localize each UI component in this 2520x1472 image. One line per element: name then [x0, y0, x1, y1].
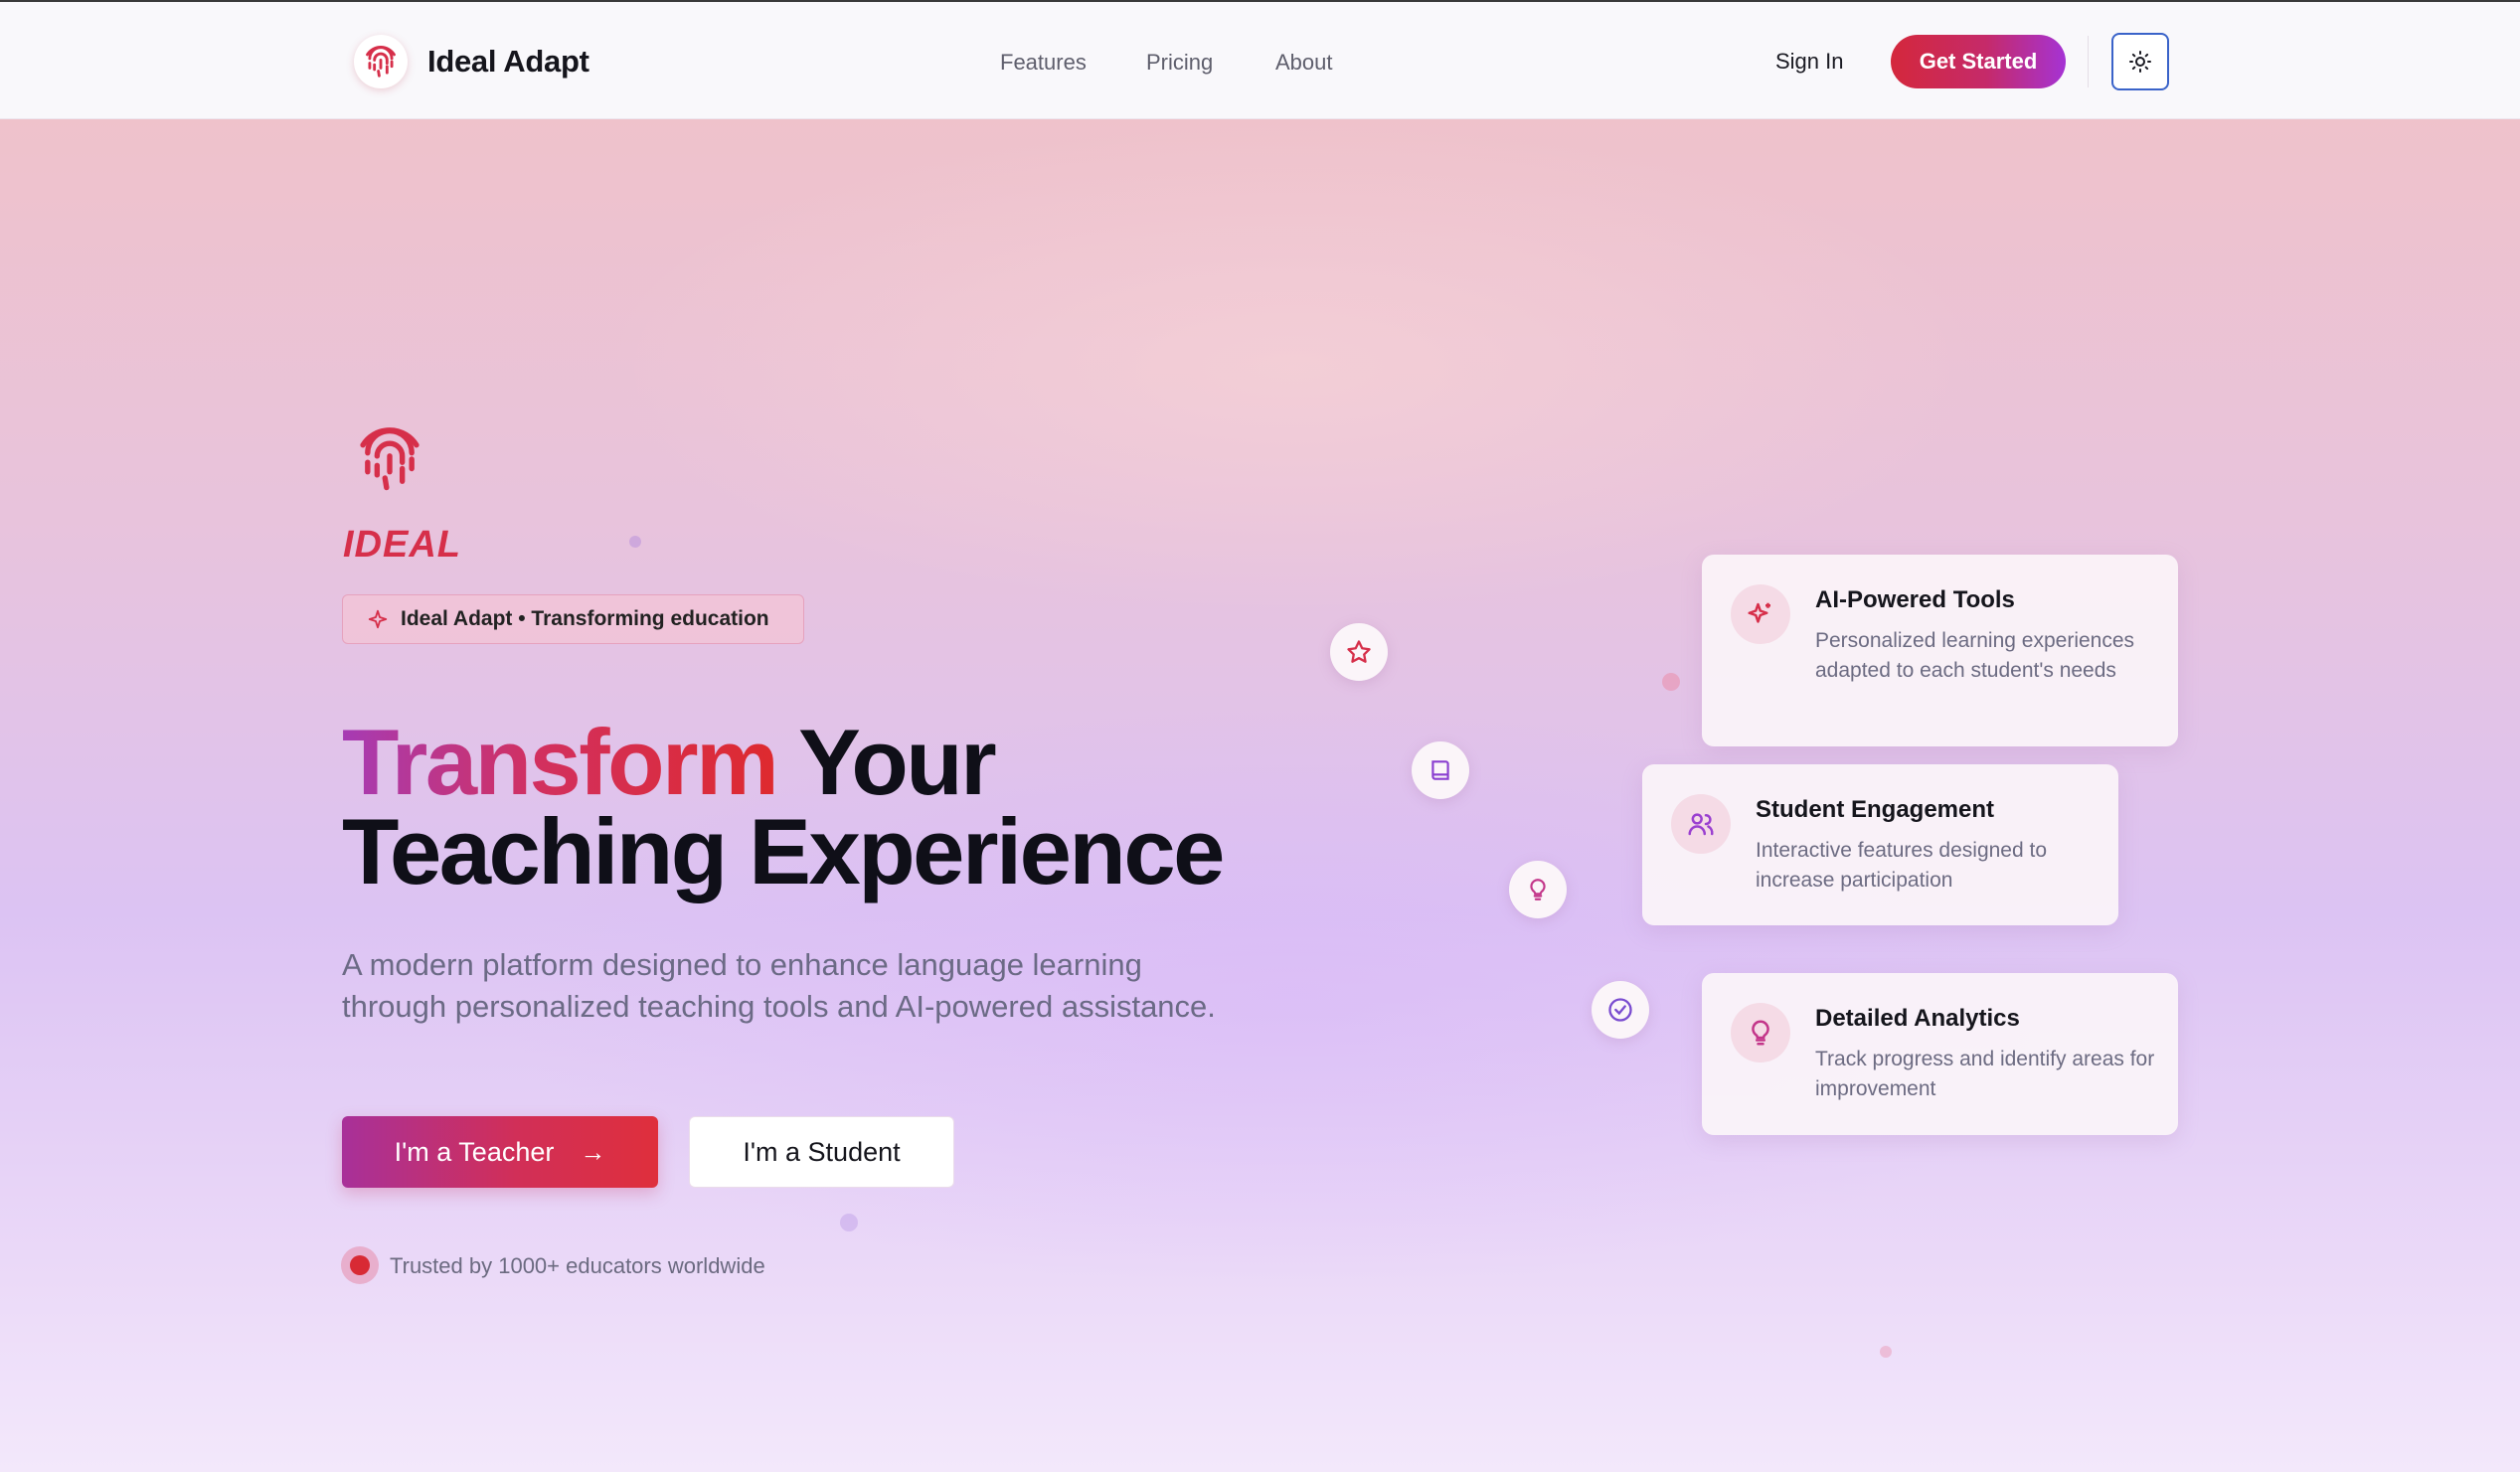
floating-check: [1592, 981, 1649, 1039]
student-button[interactable]: I'm a Student: [689, 1116, 954, 1188]
floating-star: [1330, 623, 1388, 681]
decorative-dot: [1880, 1346, 1892, 1358]
arrow-right-icon: →: [580, 1136, 606, 1167]
card-icon-badge: [1731, 584, 1790, 644]
users-icon: [1688, 813, 1714, 836]
announcement-pill: Ideal Adapt • Transforming education: [342, 594, 804, 644]
sparkle-icon: [1748, 602, 1770, 623]
top-navbar: Ideal Adapt Features Pricing About Sign …: [0, 0, 2520, 119]
floating-lightbulb: [1509, 861, 1567, 918]
sun-icon: [2129, 51, 2151, 73]
header-divider: [2088, 36, 2089, 87]
nav-features[interactable]: Features: [1000, 50, 1087, 76]
book-icon: [1431, 760, 1449, 780]
sign-in-link[interactable]: Sign In: [1775, 49, 1844, 75]
feature-card-ai-tools[interactable]: AI-Powered Tools Personalized learning e…: [1702, 555, 2178, 746]
lightbulb-icon: [1530, 879, 1546, 900]
teacher-button[interactable]: I'm a Teacher →: [342, 1116, 658, 1188]
pill-label: Ideal Adapt • Transforming education: [401, 607, 769, 630]
floating-book: [1412, 741, 1469, 799]
hero-title: Transform Your Teaching Experience: [342, 716, 1225, 899]
card-icon-badge: [1731, 1003, 1790, 1063]
fingerprint-icon: [360, 427, 420, 491]
decorative-dot: [629, 536, 641, 548]
card-description: Personalized learning experiences adapte…: [1815, 629, 2135, 682]
trust-indicator-icon: [341, 1246, 379, 1284]
hero-subtitle: A modern platform designed to enhance la…: [342, 947, 1216, 1024]
teacher-button-label: I'm a Teacher: [394, 1136, 555, 1167]
card-title: Detailed Analytics: [1815, 1005, 2020, 1032]
fingerprint-icon: [366, 45, 396, 78]
lightbulb-icon: [1752, 1020, 1769, 1046]
card-title: Student Engagement: [1756, 796, 1995, 823]
theme-toggle-button[interactable]: [2111, 33, 2169, 90]
brand-name[interactable]: Ideal Adapt: [427, 44, 589, 80]
feature-card-engagement[interactable]: Student Engagement Interactive features …: [1642, 764, 2118, 925]
hero-fingerprint-logo: [352, 421, 427, 502]
card-description: Track progress and identify areas for im…: [1815, 1048, 2155, 1100]
feature-card-analytics[interactable]: Detailed Analytics Track progress and id…: [1702, 973, 2178, 1135]
logo-badge[interactable]: [354, 35, 408, 88]
nav-pricing[interactable]: Pricing: [1146, 50, 1213, 76]
hero-title-line2: Teaching Experience: [342, 799, 1225, 903]
card-title: AI-Powered Tools: [1815, 586, 2015, 613]
check-circle-icon: [1608, 998, 1632, 1022]
decorative-dot: [840, 1214, 858, 1231]
decorative-dot: [1662, 673, 1680, 691]
trust-text: Trusted by 1000+ educators worldwide: [390, 1253, 765, 1278]
sparkle-icon: [368, 609, 388, 629]
card-icon-badge: [1671, 794, 1731, 854]
card-description: Interactive features designed to increas…: [1756, 839, 2048, 892]
get-started-button[interactable]: Get Started: [1891, 35, 2066, 88]
star-icon: [1347, 640, 1371, 663]
nav-about[interactable]: About: [1275, 50, 1333, 76]
logo-wordmark: IDEAL: [343, 524, 461, 566]
